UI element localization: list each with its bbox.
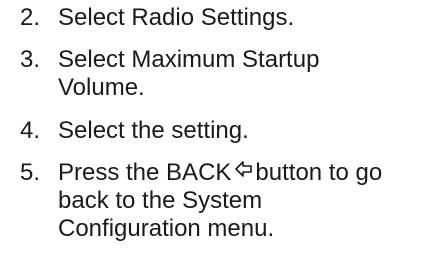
step-text-line: Volume. (58, 74, 145, 101)
step-text-line: Select Radio Settings. (58, 4, 295, 31)
step-text-after-icon: button to go (255, 159, 383, 186)
step-text-before-icon: Press the BACK (58, 159, 232, 186)
step-text-line-1: Press the BACK button to go (58, 159, 428, 187)
step-text-line: Configuration menu. (58, 215, 275, 242)
step-number: 3. (20, 46, 41, 73)
step-number: 4. (20, 117, 41, 144)
step-text: Select Maximum Startup Volume. (58, 46, 428, 102)
step-text: Select Radio Settings. (58, 4, 428, 32)
step-text-line: Select Maximum Startup (58, 46, 320, 73)
step-text: Select the setting. (58, 117, 428, 145)
step-text: Press the BACK button to go back to the S… (58, 159, 428, 243)
step-text-line: back to the System (58, 187, 263, 214)
step-text-line: Select the setting. (58, 117, 249, 144)
step-number: 5. (20, 159, 41, 186)
step-number: 2. (20, 4, 41, 31)
back-arrow-icon (235, 161, 253, 181)
